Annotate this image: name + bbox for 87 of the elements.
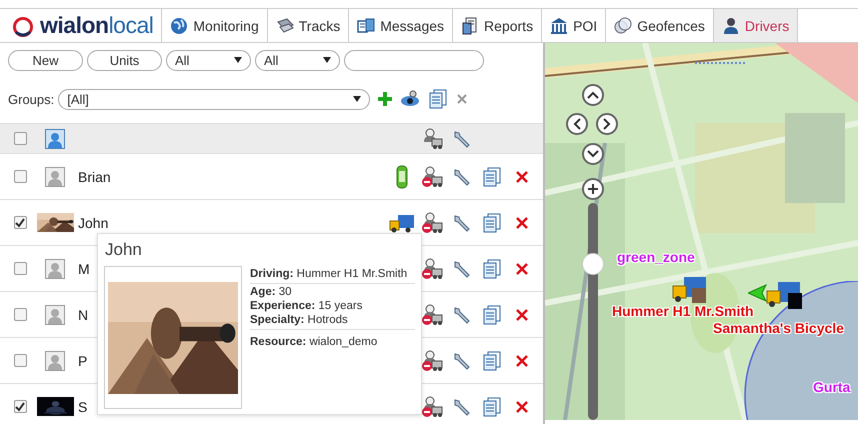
tooltip-title: John bbox=[105, 240, 143, 260]
person-truck-icon[interactable] bbox=[421, 258, 443, 280]
person-truck-icon[interactable] bbox=[421, 350, 443, 372]
logo-text: wialonlocal bbox=[40, 14, 154, 37]
driver-name[interactable]: S bbox=[78, 398, 88, 414]
detail-text: Experience: 15 years bbox=[250, 300, 364, 312]
delete-icon[interactable] bbox=[515, 308, 529, 322]
wrench-icon[interactable] bbox=[452, 212, 472, 232]
filter-dropdown[interactable]: All bbox=[255, 50, 340, 70]
wrench-icon[interactable] bbox=[452, 350, 472, 370]
driver-name[interactable]: N bbox=[78, 306, 88, 322]
person-truck-icon[interactable] bbox=[421, 304, 443, 326]
messages-icon bbox=[357, 16, 376, 34]
globe-icon bbox=[170, 16, 188, 34]
person-truck-icon[interactable] bbox=[421, 396, 443, 418]
circles-icon bbox=[614, 16, 632, 34]
eye-icon[interactable] bbox=[400, 90, 420, 108]
nav-tab[interactable]: Drivers bbox=[714, 9, 798, 42]
copy-icon[interactable] bbox=[482, 258, 502, 278]
detail-text: Specialty: Hotrods bbox=[250, 314, 349, 326]
chevron-right-icon bbox=[601, 118, 613, 130]
checkbox[interactable] bbox=[14, 216, 26, 229]
delete-icon[interactable] bbox=[515, 216, 529, 230]
copy-icon[interactable] bbox=[482, 166, 502, 186]
driver-name[interactable]: P bbox=[78, 352, 88, 368]
copy-icon[interactable] bbox=[482, 304, 502, 324]
check-icon bbox=[15, 402, 25, 412]
checkbox[interactable] bbox=[14, 354, 26, 367]
checkbox[interactable] bbox=[14, 308, 26, 321]
driver-name[interactable]: John bbox=[78, 214, 108, 230]
chevron-left-icon bbox=[571, 118, 583, 130]
wrench-icon[interactable] bbox=[452, 396, 472, 416]
add-icon[interactable] bbox=[378, 92, 392, 106]
avatar-icon bbox=[45, 258, 65, 278]
truck-icon bbox=[389, 212, 415, 232]
car-icon bbox=[395, 164, 409, 188]
logo-icon bbox=[12, 14, 34, 36]
detail-text: Age: 30 bbox=[250, 286, 293, 298]
driver-name[interactable]: Brian bbox=[78, 168, 111, 184]
avatar-icon bbox=[45, 128, 65, 148]
toolbar-button[interactable]: New bbox=[8, 50, 83, 70]
person-icon bbox=[722, 16, 740, 34]
delete-icon[interactable] bbox=[456, 93, 468, 105]
search-field[interactable] bbox=[344, 50, 484, 70]
avatar-icon bbox=[45, 350, 65, 370]
checkbox[interactable] bbox=[14, 400, 26, 413]
caret-icon bbox=[353, 96, 362, 102]
caret-icon bbox=[323, 57, 331, 63]
delete-icon[interactable] bbox=[515, 400, 529, 414]
wrench-icon[interactable] bbox=[452, 304, 472, 324]
truck-marker-icon[interactable] bbox=[672, 276, 708, 303]
plus-icon bbox=[587, 183, 599, 195]
copy-icon[interactable] bbox=[428, 89, 448, 109]
delete-icon[interactable] bbox=[515, 354, 529, 368]
detail-text: Driving: Hummer H1 Mr.Smith bbox=[250, 268, 408, 280]
copy-icon[interactable] bbox=[482, 396, 502, 416]
check-icon bbox=[15, 218, 25, 228]
geofence-label: Gurta bbox=[813, 379, 850, 395]
toolbar-button[interactable]: Units bbox=[87, 50, 162, 70]
person-truck-icon[interactable] bbox=[421, 128, 443, 150]
filter-dropdown[interactable]: All bbox=[166, 50, 251, 70]
wrench-icon[interactable] bbox=[452, 166, 472, 186]
geofence-label: green_zone bbox=[617, 249, 695, 265]
person-truck-icon[interactable] bbox=[421, 212, 443, 234]
driver-name[interactable]: M bbox=[78, 260, 90, 276]
avatar-icon bbox=[45, 304, 65, 324]
delete-icon[interactable] bbox=[515, 170, 529, 184]
checkbox[interactable] bbox=[14, 262, 26, 275]
delete-icon[interactable] bbox=[515, 262, 529, 276]
avatar-icon bbox=[45, 166, 65, 186]
groups-label: Groups: bbox=[8, 92, 54, 106]
detail-text: Resource: wialon_demo bbox=[250, 336, 378, 348]
unit-label: Hummer H1 Mr.Smith bbox=[612, 303, 754, 319]
reports-icon bbox=[461, 16, 480, 34]
select-all-checkbox[interactable] bbox=[14, 132, 26, 145]
checkbox[interactable] bbox=[14, 170, 26, 183]
building-icon bbox=[550, 16, 568, 34]
caret-icon bbox=[234, 57, 242, 63]
chevron-up-icon bbox=[587, 89, 599, 101]
copy-icon[interactable] bbox=[482, 350, 502, 370]
wrench-icon[interactable] bbox=[452, 128, 472, 148]
tracks-icon bbox=[276, 16, 294, 34]
wrench-icon[interactable] bbox=[452, 258, 472, 278]
chevron-down-icon bbox=[587, 148, 599, 160]
groups-dropdown[interactable]: [All] bbox=[58, 88, 370, 110]
copy-icon[interactable] bbox=[482, 212, 502, 232]
person-truck-icon[interactable] bbox=[421, 166, 443, 188]
